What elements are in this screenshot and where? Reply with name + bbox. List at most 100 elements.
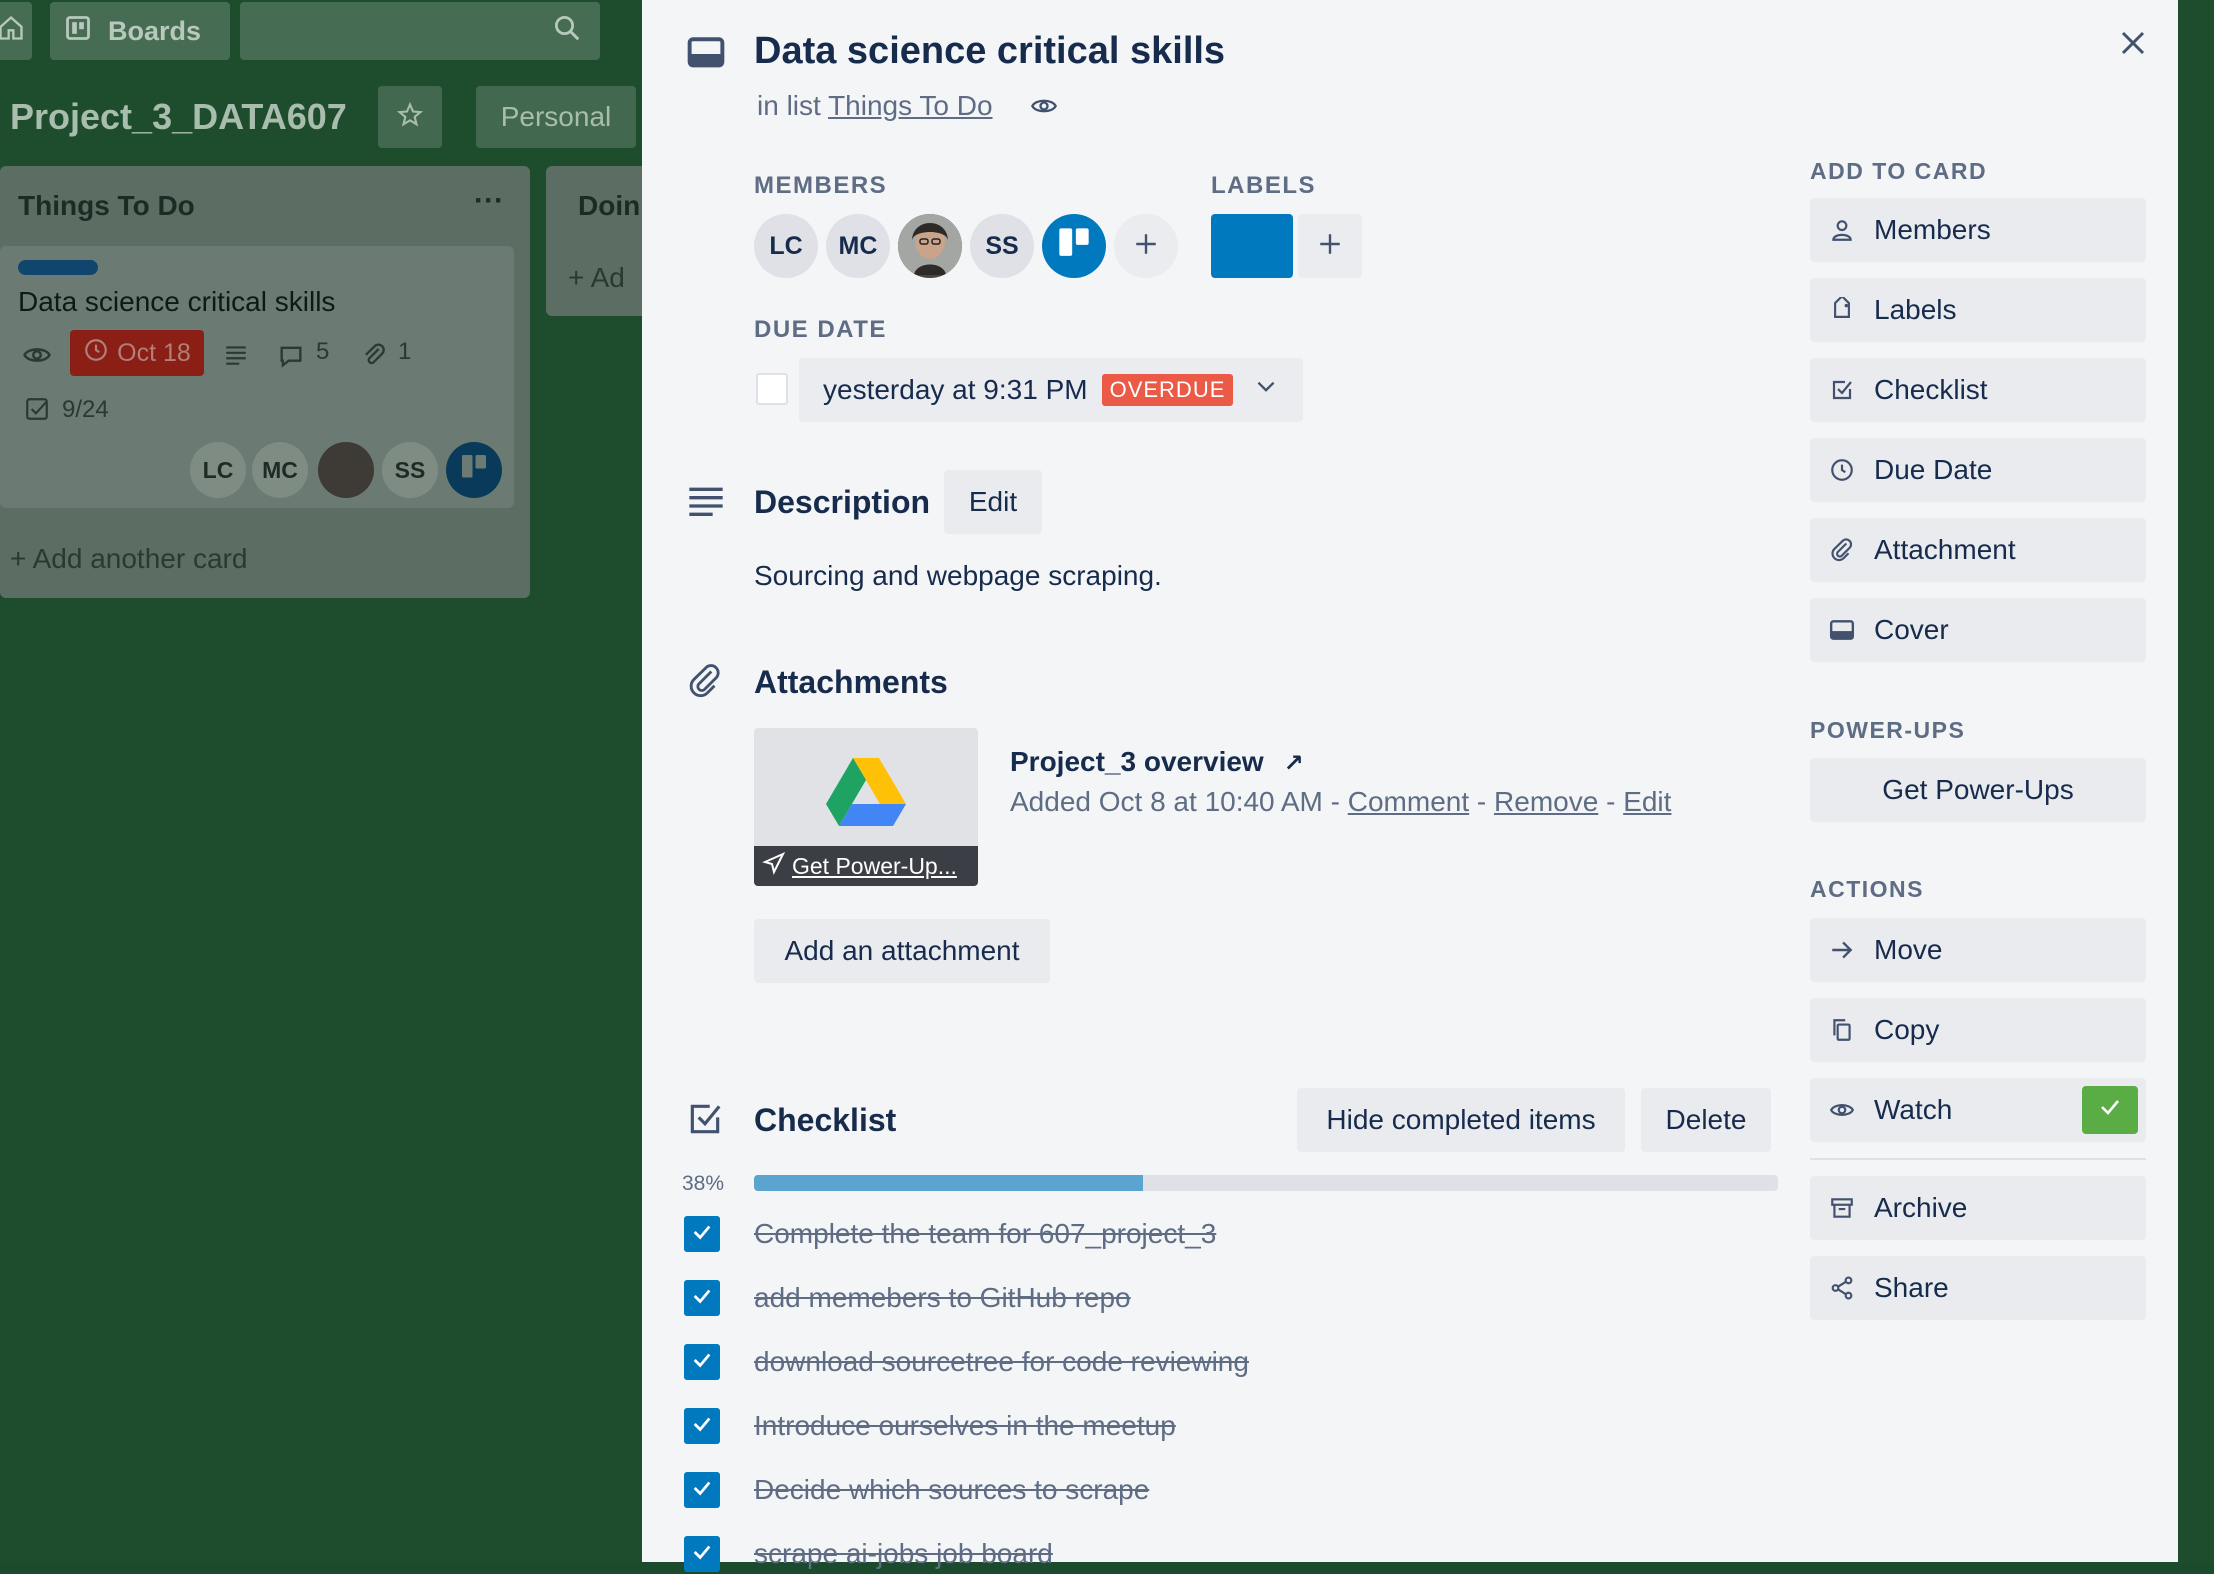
checklist-item[interactable]: add memebers to GitHub repo bbox=[684, 1278, 1131, 1318]
checklist-item-text[interactable]: Complete the team for 607_project_3 bbox=[754, 1218, 1216, 1250]
sidebar-checklist-button[interactable]: Checklist bbox=[1810, 358, 2146, 422]
checklist-item-checkbox[interactable] bbox=[684, 1344, 720, 1380]
chevron-down-icon bbox=[1253, 374, 1279, 407]
home-button[interactable] bbox=[0, 2, 32, 60]
checklist-item[interactable]: Complete the team for 607_project_3 bbox=[684, 1214, 1216, 1254]
avatar[interactable]: LC bbox=[754, 214, 818, 278]
checklist-heading[interactable]: Checklist bbox=[754, 1102, 896, 1139]
sidebar-attachment-button[interactable]: Attachment bbox=[1810, 518, 2146, 582]
avatar[interactable]: SS bbox=[970, 214, 1034, 278]
archive-button[interactable]: Archive bbox=[1810, 1176, 2146, 1240]
sidebar-due-date-button[interactable]: Due Date bbox=[1810, 438, 2146, 502]
boards-button[interactable]: Boards bbox=[50, 2, 230, 60]
attachment-icon bbox=[1828, 536, 1856, 564]
personal-button[interactable]: Personal bbox=[476, 86, 636, 148]
user-photo-icon bbox=[898, 214, 962, 278]
list-link[interactable]: Things To Do bbox=[828, 90, 992, 121]
attachment-remove-link[interactable]: Remove bbox=[1494, 786, 1598, 817]
description-text[interactable]: Sourcing and webpage scraping. bbox=[754, 560, 1162, 592]
avatar[interactable]: MC bbox=[826, 214, 890, 278]
top-bar: Boards bbox=[0, 0, 640, 64]
close-icon bbox=[2118, 28, 2148, 63]
checklist-item[interactable]: Introduce ourselves in the meetup bbox=[684, 1406, 1176, 1446]
add-attachment-button[interactable]: Add an attachment bbox=[754, 919, 1050, 983]
in-list-text: in list Things To Do bbox=[757, 90, 993, 121]
boards-label: Boards bbox=[108, 15, 202, 46]
label-chip[interactable] bbox=[1211, 214, 1293, 278]
delete-checklist-button[interactable]: Delete bbox=[1641, 1088, 1771, 1152]
list-title[interactable]: Doin bbox=[578, 190, 640, 222]
avatar[interactable]: LC bbox=[190, 442, 246, 498]
add-label-button[interactable] bbox=[1298, 214, 1362, 278]
checklist-item-text[interactable]: scrape ai-jobs job board bbox=[754, 1538, 1053, 1570]
attachment-name[interactable]: Project_3 overview ↗ bbox=[1010, 746, 1304, 778]
actions-heading: ACTIONS bbox=[1810, 876, 1924, 902]
list-menu-button[interactable]: ··· bbox=[474, 184, 504, 218]
checklist-item-checkbox[interactable] bbox=[684, 1472, 720, 1508]
avatar[interactable] bbox=[1042, 214, 1106, 278]
close-button[interactable] bbox=[2108, 20, 2158, 70]
card-title[interactable]: Data science critical skills bbox=[754, 30, 1225, 73]
checklist-item-checkbox[interactable] bbox=[684, 1280, 720, 1316]
attachment-comment-link[interactable]: Comment bbox=[1348, 786, 1469, 817]
checklist-item[interactable]: Decide which sources to scrape bbox=[684, 1470, 1149, 1510]
search-icon bbox=[552, 13, 582, 50]
checklist-item-text[interactable]: download sourcetree for code reviewing bbox=[754, 1346, 1249, 1378]
add-card-button[interactable]: + Add another card bbox=[10, 543, 247, 575]
copy-icon bbox=[1828, 1016, 1856, 1044]
checklist-item[interactable]: download sourcetree for code reviewing bbox=[684, 1342, 1249, 1382]
avatar[interactable] bbox=[446, 442, 502, 498]
checklist-item-checkbox[interactable] bbox=[684, 1408, 720, 1444]
attachment-edit-link[interactable]: Edit bbox=[1623, 786, 1671, 817]
due-complete-checkbox[interactable] bbox=[756, 373, 788, 405]
edit-description-button[interactable]: Edit bbox=[944, 470, 1042, 534]
sidebar-labels-button[interactable]: Labels bbox=[1810, 278, 2146, 342]
watch-icon bbox=[22, 340, 52, 375]
star-board-button[interactable] bbox=[378, 86, 442, 148]
description-icon bbox=[222, 342, 250, 373]
comment-icon bbox=[276, 342, 306, 375]
board-search-input[interactable] bbox=[240, 2, 600, 60]
move-button[interactable]: Move bbox=[1810, 918, 2146, 982]
sidebar-cover-button[interactable]: Cover bbox=[1810, 598, 2146, 662]
avatar[interactable] bbox=[318, 442, 374, 498]
share-button[interactable]: Share bbox=[1810, 1256, 2146, 1320]
checklist-progress-bar bbox=[754, 1175, 1778, 1191]
checklist-item-checkbox[interactable] bbox=[684, 1536, 720, 1572]
labels-heading: LABELS bbox=[1211, 172, 1316, 199]
card-due-text: Oct 18 bbox=[117, 338, 191, 367]
due-date-text: yesterday at 9:31 PM bbox=[823, 374, 1088, 405]
avatar[interactable]: SS bbox=[382, 442, 438, 498]
board-title[interactable]: Project_3_DATA607 bbox=[10, 96, 347, 138]
checklist-item-text[interactable]: Introduce ourselves in the meetup bbox=[754, 1410, 1176, 1442]
add-member-button[interactable] bbox=[1114, 214, 1178, 278]
get-powerup-link[interactable]: Get Power-Up... bbox=[754, 846, 978, 886]
checklist-item[interactable]: scrape ai-jobs job board bbox=[684, 1534, 1053, 1574]
list-title[interactable]: Things To Do bbox=[18, 190, 195, 222]
share-icon bbox=[1828, 1274, 1856, 1302]
card-title: Data science critical skills bbox=[18, 286, 336, 317]
hide-completed-button[interactable]: Hide completed items bbox=[1297, 1088, 1625, 1152]
checklist-item-text[interactable]: Decide which sources to scrape bbox=[754, 1474, 1149, 1506]
watch-button[interactable]: Watch bbox=[1810, 1078, 2146, 1142]
get-powerups-button[interactable]: Get Power-Ups bbox=[1810, 758, 2146, 822]
checklist-item-text[interactable]: add memebers to GitHub repo bbox=[754, 1282, 1131, 1314]
sidebar-members-button[interactable]: Members bbox=[1810, 198, 2146, 262]
add-card-button[interactable]: + Ad bbox=[568, 262, 625, 294]
board-edge bbox=[2178, 0, 2214, 1562]
attachment-thumbnail[interactable]: Get Power-Up... bbox=[754, 728, 978, 886]
tag-icon bbox=[1828, 296, 1856, 324]
paper-plane-icon bbox=[762, 851, 786, 881]
list-things-to-do: Things To Do ··· Data science critical s… bbox=[0, 166, 530, 598]
card-due-badge: Oct 18 bbox=[70, 330, 204, 376]
eye-icon bbox=[1828, 1096, 1856, 1124]
attachments-heading: Attachments bbox=[754, 664, 948, 700]
avatar[interactable]: MC bbox=[252, 442, 308, 498]
powerups-heading: POWER-UPS bbox=[1810, 717, 1966, 743]
due-date-button[interactable]: yesterday at 9:31 PM OVERDUE bbox=[799, 358, 1303, 422]
overdue-badge: OVERDUE bbox=[1101, 374, 1234, 406]
copy-button[interactable]: Copy bbox=[1810, 998, 2146, 1062]
checklist-item-checkbox[interactable] bbox=[684, 1216, 720, 1252]
card-label bbox=[18, 260, 98, 275]
avatar[interactable] bbox=[898, 214, 962, 278]
